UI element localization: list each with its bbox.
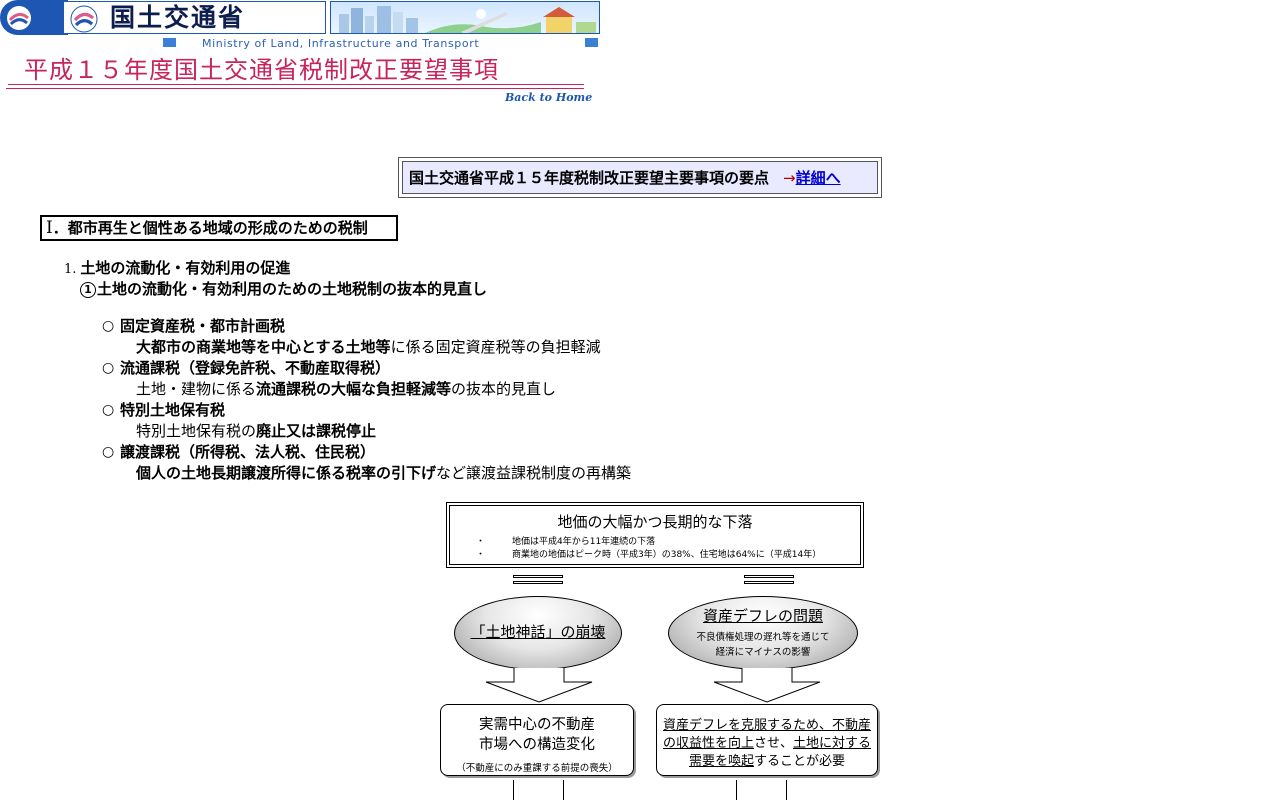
box-right-segment: させ、 <box>753 736 793 751</box>
item-description-bold: 流通課税の大幅な負担軽減等 <box>256 380 452 398</box>
box-right-segment: 需要を喚起 <box>688 754 754 769</box>
summary-box-inner: 国土交通省平成１５年度税制改正要望主要事項の要点 → 詳細へ <box>402 161 878 194</box>
ministry-logo-icon <box>7 6 31 30</box>
box-right-segment: の収益性を向上 <box>662 736 754 751</box>
tax-item-list: ○ 固定資産税・都市計画税 大都市の商業地等を中心とする土地等に係る固定資産税等… <box>102 316 631 484</box>
header-banner: 国土交通省 <box>0 0 600 35</box>
summary-box: 国土交通省平成１５年度税制改正要望主要事項の要点 → 詳細へ <box>398 157 882 198</box>
sub-subsection-heading: 1 土地の流動化・有効利用のための土地税制の抜本的見直し <box>80 278 487 299</box>
title-rule-bottom <box>6 88 584 89</box>
connector-line <box>563 780 564 800</box>
diagram-top-notes: ・地価は平成4年から11年連続の下落 ・商業地の地価はピーク時（平成3年）の38… <box>450 536 860 562</box>
box-left-line: 実需中心の不動産 <box>479 717 595 733</box>
subsection-title: 土地の流動化・有効利用の促進 <box>80 259 291 277</box>
connector-line <box>513 780 514 800</box>
list-item: ○ 流通課税（登録免許税、不動産取得税） <box>102 358 631 379</box>
note-bullet: ・ <box>476 550 486 560</box>
item-description-text: の抜本的見直し <box>451 380 557 398</box>
diagram-box-right: 資産デフレを克服するため、不動産 の収益性を向上させ、土地に対する 需要を喚起す… <box>656 704 878 776</box>
ministry-name-en: Ministry of Land, Infrastructure and Tra… <box>202 37 480 50</box>
box-right-segment: 資産デフレを克服するため、 <box>662 718 832 733</box>
details-link[interactable]: 詳細へ <box>796 167 841 188</box>
item-description-bold: 廃止又は課税停止 <box>256 422 377 440</box>
equals-connector-icon <box>513 575 563 589</box>
ministry-name-jp: 国土交通省 <box>63 1 326 34</box>
item-heading: 譲渡課税（所得税、法人税、住民税） <box>120 443 376 461</box>
box-right-segment: 土地に対する <box>793 736 872 751</box>
item-heading: 特別土地保有税 <box>120 401 226 419</box>
item-description: 大都市の商業地等を中心とする土地等に係る固定資産税等の負担軽減 <box>102 337 631 358</box>
bullet-circle-icon: ○ <box>102 402 115 418</box>
section-heading: Ⅰ．都市再生と個性ある地域の形成のための税制 <box>40 215 398 241</box>
box-right-text: 資産デフレを克服するため、不動産 の収益性を向上させ、土地に対する 需要を喚起す… <box>657 717 877 771</box>
connector-line <box>786 780 787 800</box>
item-description-text: に係る固定資産税等の負担軽減 <box>390 338 601 356</box>
section-roman-numeral: Ⅰ <box>46 218 53 238</box>
bullet-circle-icon: ○ <box>102 444 115 460</box>
title-rule-top <box>8 84 584 85</box>
cityscape-illustration-icon <box>339 6 596 33</box>
ellipse-right-line: 経済にマイナスの影響 <box>715 647 811 658</box>
connector-line <box>736 780 737 800</box>
subsection-number: 1. <box>64 262 77 277</box>
down-arrow-icon <box>485 668 593 703</box>
ellipse-left-title: 「土地神話」の崩壊 <box>470 623 606 641</box>
diagram-box-left: 実需中心の不動産 市場への構造変化 （不動産にのみ重課する前提の喪失） <box>440 704 634 776</box>
item-description-text: など譲渡益課税制度の再構築 <box>436 464 632 482</box>
equals-connector-icon <box>744 575 794 589</box>
sub-subsection-title: 土地の流動化・有効利用のための土地税制の抜本的見直し <box>97 280 488 298</box>
back-to-home-link[interactable]: Back to Home <box>505 91 592 104</box>
item-heading: 固定資産税・都市計画税 <box>120 317 286 335</box>
diagram-top-box: 地価の大幅かつ長期的な下落 ・地価は平成4年から11年連続の下落 ・商業地の地価… <box>446 502 864 568</box>
note-bullet: ・ <box>476 537 486 547</box>
diagram-note-line: 地価は平成4年から11年連続の下落 <box>512 537 656 547</box>
ministry-emblem-icon <box>70 5 98 33</box>
list-item: ○ 譲渡課税（所得税、法人税、住民税） <box>102 442 631 463</box>
bullet-circle-icon: ○ <box>102 360 115 376</box>
item-heading: 流通課税（登録免許税、不動産取得税） <box>120 359 391 377</box>
item-description-text: 特別土地保有税の <box>136 422 257 440</box>
header-square-left <box>163 38 176 47</box>
ellipse-right-title: 資産デフレの問題 <box>702 607 823 625</box>
down-arrow-icon <box>713 668 821 703</box>
box-right-segment: 不動産 <box>832 718 872 733</box>
item-description-text: 土地・建物に係る <box>136 380 257 398</box>
bullet-circle-icon: ○ <box>102 318 115 334</box>
box-left-note: （不動産にのみ重課する前提の喪失） <box>456 763 618 774</box>
section-title: ．都市再生と個性ある地域の形成のための税制 <box>52 219 368 237</box>
banner-pill <box>0 0 68 35</box>
subsection-heading: 1. 土地の流動化・有効利用の促進 <box>64 257 290 278</box>
item-description: 個人の土地長期譲渡所得に係る税率の引下げなど譲渡益課税制度の再構築 <box>102 463 631 484</box>
item-description: 土地・建物に係る流通課税の大幅な負担軽減等の抜本的見直し <box>102 379 631 400</box>
banner-cityscape <box>330 1 600 34</box>
circled-number-icon: 1 <box>80 282 96 298</box>
box-right-segment: することが必要 <box>754 754 846 769</box>
land-price-diagram: 地価の大幅かつ長期的な下落 ・地価は平成4年から11年連続の下落 ・商業地の地価… <box>440 500 880 800</box>
page-title: 平成１５年度国土交通省税制改正要望事項 <box>24 56 499 84</box>
summary-arrow: → <box>783 168 796 187</box>
header-square-right <box>585 38 598 47</box>
box-left-line: 市場への構造変化 <box>479 737 595 753</box>
ellipse-right-line: 不良債権処理の遅れ等を通じて <box>696 632 830 643</box>
item-description-bold: 大都市の商業地等を中心とする土地等 <box>136 338 391 356</box>
ministry-name-text: 国土交通省 <box>110 3 246 32</box>
diagram-top-title: 地価の大幅かつ長期的な下落 <box>557 513 753 531</box>
list-item: ○ 特別土地保有税 <box>102 400 631 421</box>
diagram-note-line: 商業地の地価はピーク時（平成3年）の38%、住宅地は64%に（平成14年） <box>512 550 822 560</box>
item-description-bold: 個人の土地長期譲渡所得に係る税率の引下げ <box>136 464 437 482</box>
diagram-ellipse-left: 「土地神話」の崩壊 <box>454 596 622 670</box>
diagram-ellipse-right: 資産デフレの問題 不良債権処理の遅れ等を通じて 経済にマイナスの影響 <box>668 596 858 670</box>
list-item: ○ 固定資産税・都市計画税 <box>102 316 631 337</box>
diagram-top-box-inner: 地価の大幅かつ長期的な下落 ・地価は平成4年から11年連続の下落 ・商業地の地価… <box>449 505 861 565</box>
summary-text: 国土交通省平成１５年度税制改正要望主要事項の要点 <box>409 169 770 187</box>
item-description: 特別土地保有税の廃止又は課税停止 <box>102 421 631 442</box>
